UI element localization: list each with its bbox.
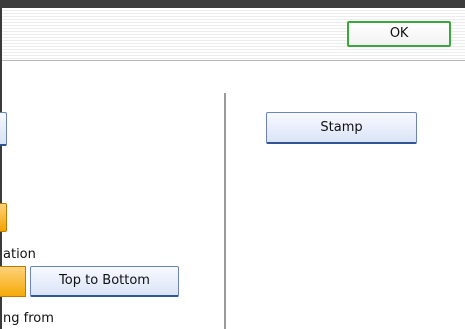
top-to-bottom-button[interactable]: Top to Bottom: [30, 266, 179, 297]
ok-button[interactable]: OK: [347, 21, 451, 47]
selected-option-button-partial[interactable]: [0, 203, 7, 232]
rotation-label: ation: [3, 247, 36, 262]
option-button-partial[interactable]: [0, 112, 7, 146]
title-bar: [0, 0, 465, 8]
stamp-button[interactable]: Stamp: [266, 112, 417, 144]
selected-rotation-option[interactable]: [0, 266, 26, 297]
numbering-label: ng from: [3, 311, 54, 326]
panel-divider: [224, 93, 226, 329]
